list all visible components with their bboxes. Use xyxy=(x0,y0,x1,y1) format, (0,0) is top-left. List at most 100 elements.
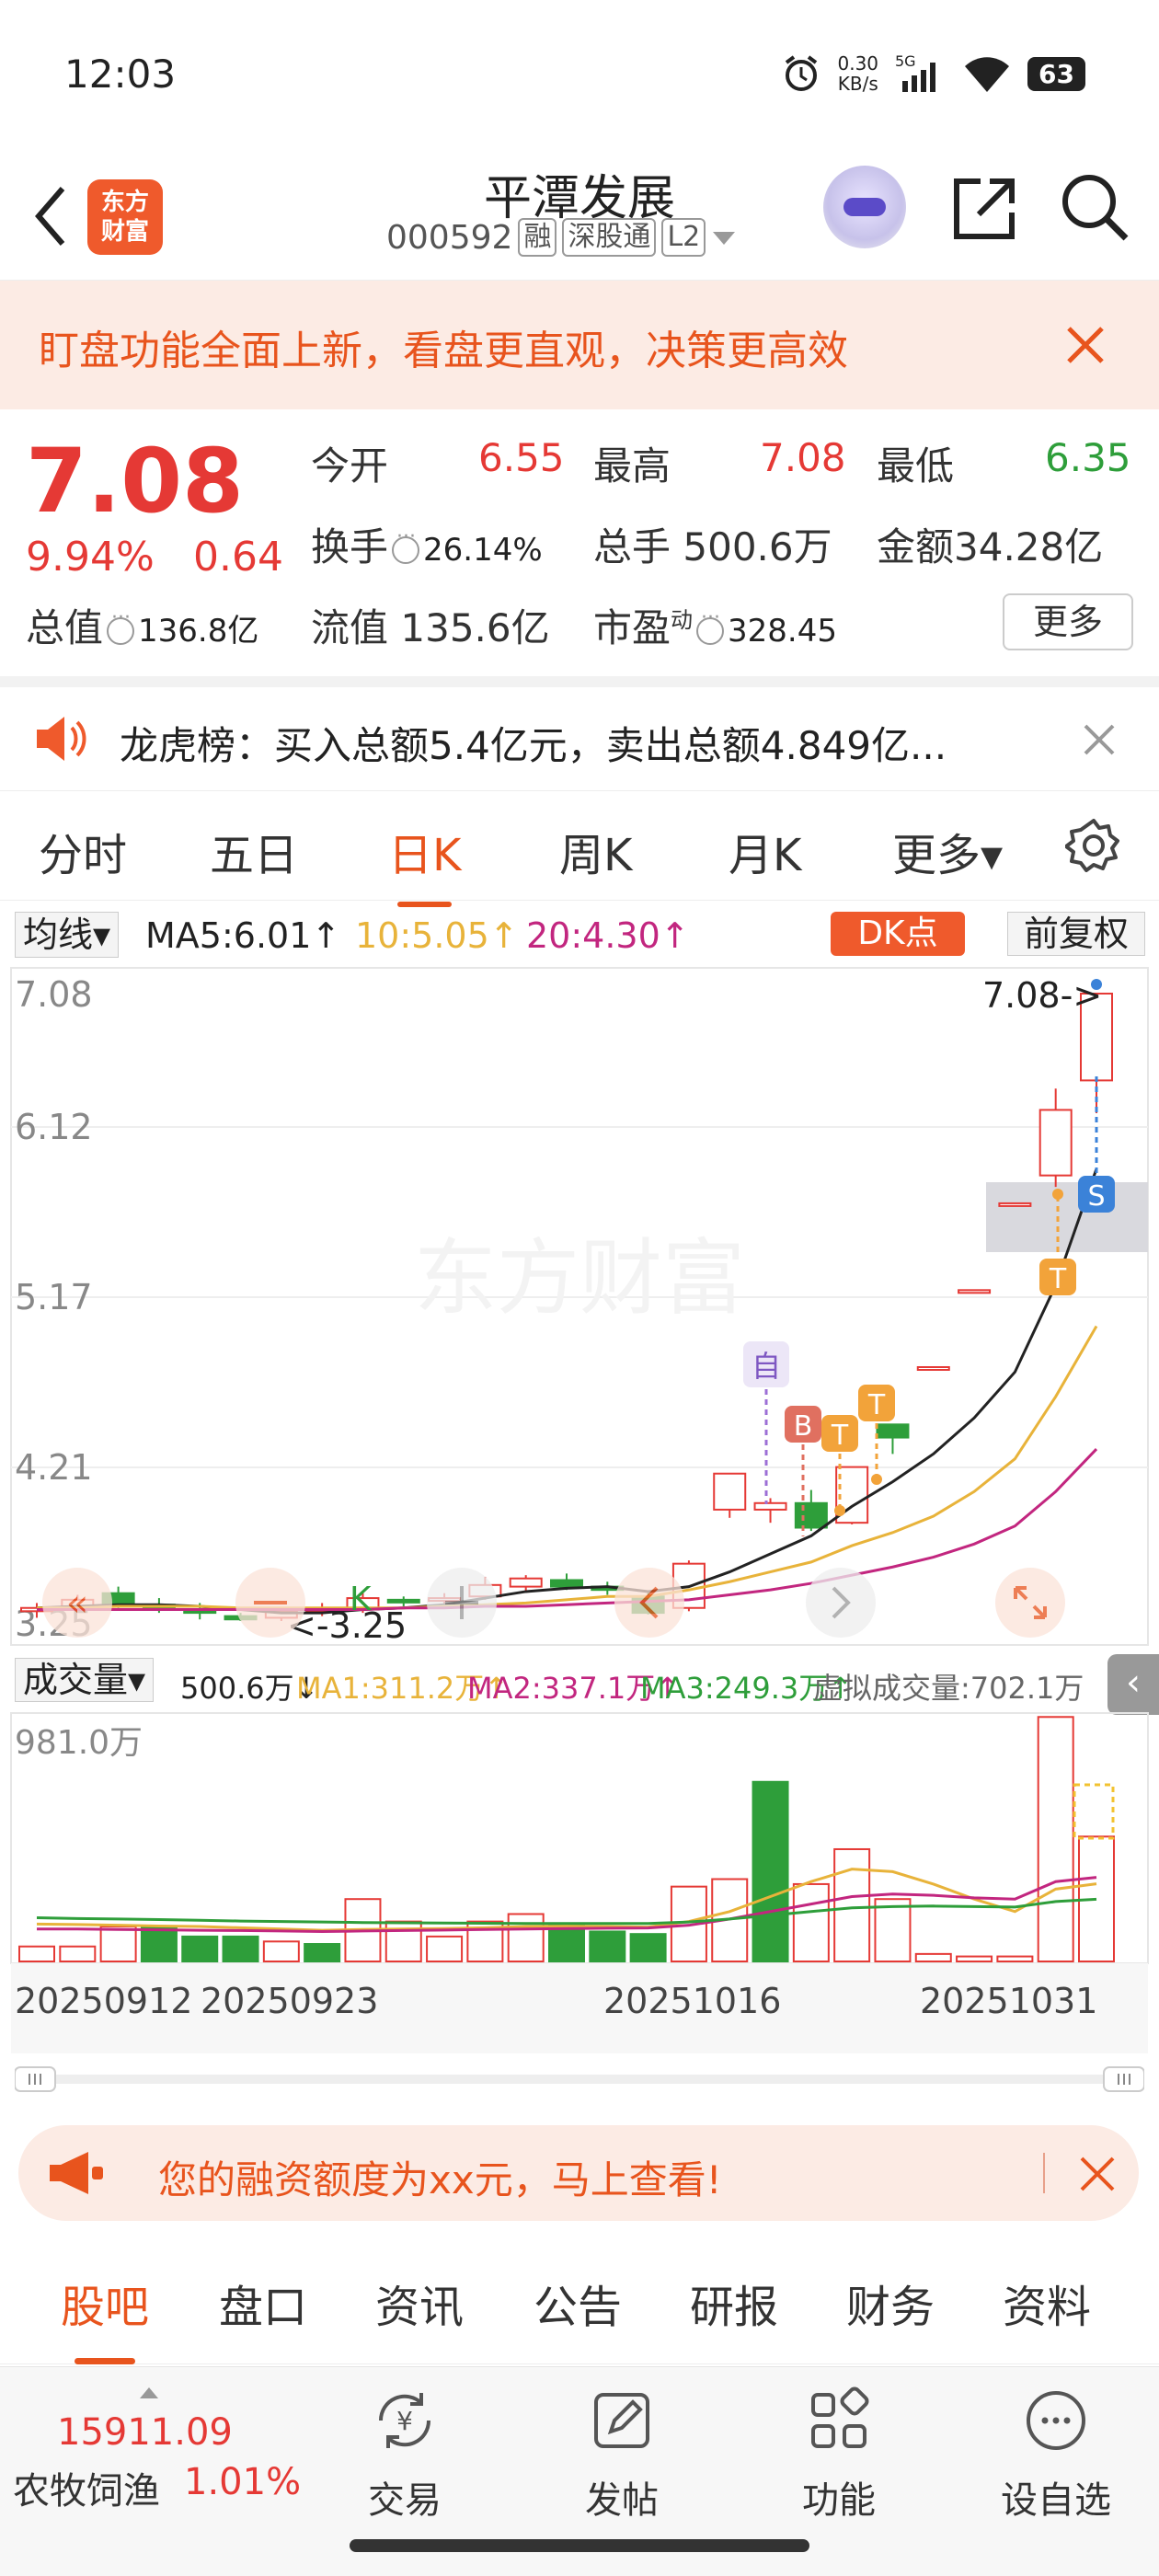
fullscreen-button[interactable] xyxy=(995,1568,1065,1638)
min-price-marker: <-3.25 xyxy=(287,1605,407,1646)
ai-assistant-avatar[interactable] xyxy=(823,166,906,248)
pe-stat[interactable]: 市盈动328.45 xyxy=(593,597,837,653)
content-tabs: 股吧 盘口 资讯 公告 研报 财务 资料 xyxy=(0,2245,1159,2364)
svg-text:S: S xyxy=(1087,1180,1105,1213)
close-icon[interactable] xyxy=(1076,717,1122,763)
tab-weekly-k[interactable]: 周K xyxy=(559,819,632,883)
feature-banner-text: 盯盘功能全面上新，看盘更直观，决策更高效 xyxy=(39,328,848,374)
volume-ma3-line xyxy=(36,1897,1097,1926)
chart-period-tabs: 分时 五日 日K 周K 月K 更多▾ xyxy=(0,790,1159,907)
tab-more[interactable]: 更多▾ xyxy=(892,819,1003,883)
k-marker: K xyxy=(350,1581,373,1618)
volume-bar xyxy=(59,1945,97,1962)
home-indicator[interactable] xyxy=(350,2539,809,2552)
scroll-right-button[interactable] xyxy=(806,1568,876,1638)
high-value: 7.08 xyxy=(760,435,846,480)
tab-five-day[interactable]: 五日 xyxy=(210,819,298,883)
volume-legend-row: 成交量▾ 500.6万↓ MA1:311.2万↑ MA2:337.1万↑ MA3… xyxy=(0,1654,1159,1715)
gear-icon[interactable] xyxy=(1065,817,1122,874)
volume-bar xyxy=(262,1940,300,1962)
self-select-marker[interactable]: 自 xyxy=(743,1341,789,1504)
nav-add-watchlist[interactable]: 设自选 xyxy=(982,2386,1130,2524)
level2-tag: L2 xyxy=(661,218,706,257)
volume-bar xyxy=(1037,1716,1074,1963)
brand-logo[interactable]: 东方 财富 xyxy=(87,179,163,255)
candle xyxy=(1039,1088,1073,1188)
volume-bar xyxy=(956,1955,993,1963)
status-icons: 0.30 KB/s 5G 63 xyxy=(781,53,1085,94)
info-icon[interactable] xyxy=(392,525,420,564)
market-cap-stat[interactable]: 总值136.8亿 xyxy=(26,597,258,653)
tab-news[interactable]: 资讯 xyxy=(375,2271,464,2335)
ma-legend-row: 均线▾ MA5:6.01↑ 10:5.05↑ 20:4.30↑ DK点 前复权 xyxy=(0,906,1159,961)
financing-banner-text: 您的融资额度为xx元，马上查看! xyxy=(158,2157,722,2202)
tab-research[interactable]: 研报 xyxy=(690,2271,778,2335)
nav-functions[interactable]: 功能 xyxy=(765,2386,912,2524)
virtual-volume-bar xyxy=(1073,1783,1115,1840)
up-arrow-icon xyxy=(140,2387,158,2398)
volume-bar xyxy=(833,1847,871,1962)
tab-announcements[interactable]: 公告 xyxy=(534,2271,622,2335)
collapse-panel-button[interactable]: ‹ xyxy=(1107,1654,1159,1715)
tab-profile[interactable]: 资料 xyxy=(1003,2271,1091,2335)
share-icon[interactable] xyxy=(947,170,1021,244)
volume-chart[interactable]: 981.0万 20250912 20250923 20251016 202510… xyxy=(0,1711,1159,2053)
tab-financials[interactable]: 财务 xyxy=(846,2271,935,2335)
adjust-mode-button[interactable]: 前复权 xyxy=(1007,912,1145,956)
tab-forum[interactable]: 股吧 xyxy=(61,2271,149,2364)
svg-text:¥: ¥ xyxy=(396,2406,413,2436)
stock-subtitle[interactable]: 000592 融 深股通 L2 xyxy=(386,218,737,257)
tab-intraday[interactable]: 分时 xyxy=(39,819,127,883)
sector-index-value[interactable]: 15911.09 xyxy=(57,2411,233,2454)
volume-bar xyxy=(426,1935,464,1962)
indicator-select[interactable]: 均线▾ xyxy=(15,912,120,958)
close-icon[interactable] xyxy=(1058,317,1113,373)
more-stats-button[interactable]: 更多 xyxy=(1003,593,1133,650)
dragon-tiger-notice[interactable]: 龙虎榜：买入总额5.4亿元，卖出总额4.849亿... xyxy=(0,687,1159,790)
virtual-volume: 虚拟成交量:702.1万 xyxy=(813,1671,1084,1706)
tab-daily-k[interactable]: 日K xyxy=(388,819,461,907)
sector-index-change[interactable]: 1.01% xyxy=(184,2461,301,2503)
y-tick: 4.21 xyxy=(15,1447,93,1488)
date-label: 20251031 xyxy=(920,1981,1097,2021)
wifi-icon xyxy=(965,57,1010,92)
candle xyxy=(713,1472,747,1518)
sector-index-name[interactable]: 农牧饲渔 xyxy=(13,2461,160,2514)
turnover-stat[interactable]: 换手26.14% xyxy=(311,516,543,572)
tab-orderbook[interactable]: 盘口 xyxy=(219,2271,307,2335)
close-icon[interactable] xyxy=(1076,2153,1119,2195)
timeline-scrollbar[interactable] xyxy=(15,2065,1144,2093)
volume-indicator-select[interactable]: 成交量▾ xyxy=(15,1658,155,1702)
back-icon[interactable] xyxy=(28,179,74,253)
volume-bar xyxy=(792,1882,830,1962)
svg-text:T: T xyxy=(867,1389,886,1421)
info-icon[interactable] xyxy=(696,606,725,645)
scroll-left-button[interactable] xyxy=(614,1568,684,1638)
kline-chart[interactable]: 东方财富 7.08 6.12 5.17 4.21 3.25 7.08-> <-3… xyxy=(0,966,1159,1647)
max-price-marker: 7.08-> xyxy=(982,975,1102,1016)
divider xyxy=(1043,2153,1045,2193)
divider xyxy=(0,676,1159,687)
status-time: 12:03 xyxy=(64,52,177,97)
y-tick: 7.08 xyxy=(15,974,93,1015)
nav-post[interactable]: 发帖 xyxy=(548,2386,695,2524)
svg-text:B: B xyxy=(794,1410,813,1443)
sell-marker[interactable]: S xyxy=(1078,1076,1115,1213)
financing-banner[interactable]: 您的融资额度为xx元，马上查看! xyxy=(18,2125,1139,2221)
float-cap-stat: 流值 135.6亿 xyxy=(311,605,550,650)
grid-icon xyxy=(811,2386,869,2448)
volume-bar xyxy=(18,1945,55,1962)
nav-trade[interactable]: ¥ 交易 xyxy=(331,2386,478,2524)
candle xyxy=(876,1423,910,1455)
dk-point-button[interactable]: DK点 xyxy=(831,912,965,956)
feature-banner[interactable]: 盯盘功能全面上新，看盘更直观，决策更高效 xyxy=(0,281,1159,409)
open-value: 6.55 xyxy=(478,435,565,480)
info-icon[interactable] xyxy=(107,606,135,645)
tab-monthly-k[interactable]: 月K xyxy=(729,819,801,883)
volume-bar xyxy=(304,1943,341,1962)
amount-stat: 金额34.28亿 xyxy=(877,524,1104,569)
candle xyxy=(958,1289,992,1294)
search-icon[interactable] xyxy=(1058,170,1131,244)
change-amount: 0.64 xyxy=(193,534,283,581)
volume-stat: 总手 500.6万 xyxy=(593,524,832,569)
